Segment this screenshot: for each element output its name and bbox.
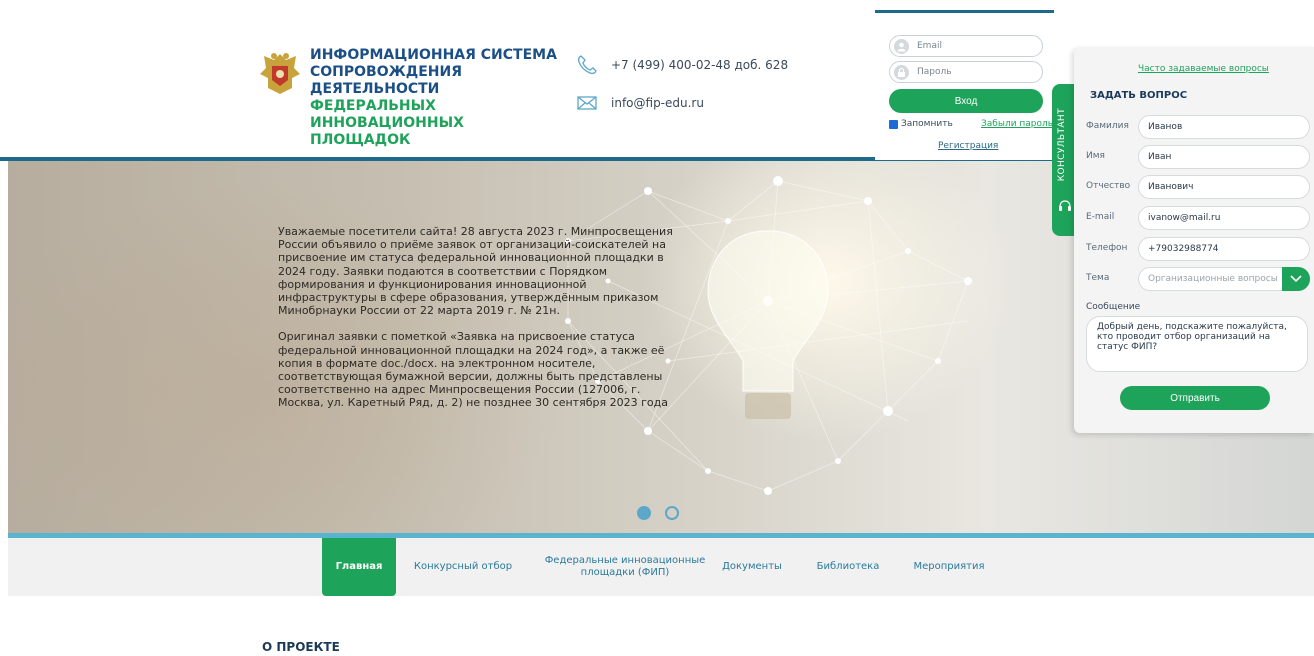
form-row-name: Имя Иван: [1086, 145, 1310, 169]
nav-item-documents[interactable]: Документы: [716, 538, 788, 596]
login-button[interactable]: Вход: [889, 89, 1043, 113]
site-title-line: СОПРОВОЖДЕНИЯ ДЕЯТЕЛЬНОСТИ: [310, 64, 463, 97]
ask-question-title: ЗАДАТЬ ВОПРОС: [1090, 90, 1188, 101]
ask-question-panel: Часто задаваемые вопросы ЗАДАТЬ ВОПРОС Ф…: [1074, 47, 1314, 433]
email-address: info@fip-edu.ru: [611, 96, 704, 110]
surname-input[interactable]: Иванов: [1138, 115, 1310, 139]
login-password-placeholder: Пароль: [917, 67, 952, 77]
surname-label: Фамилия: [1086, 121, 1129, 131]
site-title-line: ИНФОРМАЦИОННАЯ СИСТЕМА: [310, 47, 557, 63]
phone-number: +7 (499) 400-02-48 доб. 628: [611, 58, 789, 72]
slider-dot-1[interactable]: [637, 506, 651, 520]
chevron-down-icon: [1290, 275, 1302, 283]
consultant-tab[interactable]: КОНСУЛЬТАНТ: [1052, 84, 1076, 236]
contact-phone[interactable]: +7 (499) 400-02-48 доб. 628: [576, 54, 788, 76]
form-row-patronymic: Отчество Иванович: [1086, 175, 1310, 199]
contact-email[interactable]: info@fip-edu.ru: [576, 92, 704, 114]
nav-item-fip[interactable]: Федеральные инновационные площадки (ФИП): [534, 538, 716, 596]
register-link[interactable]: Регистрация: [938, 141, 998, 151]
section-title-about: О ПРОЕКТЕ: [262, 640, 340, 654]
form-row-topic: Тема Организационные вопросы: [1086, 267, 1310, 291]
name-input[interactable]: Иван: [1138, 145, 1310, 169]
nav-item-contest[interactable]: Конкурсный отбор: [408, 538, 518, 596]
message-textarea[interactable]: Добрый день, подскажите пожалуйста, кто …: [1086, 316, 1308, 372]
slider-pagination: [637, 506, 679, 520]
site-title[interactable]: ИНФОРМАЦИОННАЯ СИСТЕМА СОПРОВОЖДЕНИЯ ДЕЯ…: [310, 47, 570, 149]
remember-label: Запомнить: [901, 119, 953, 129]
email-label: E-mail: [1086, 212, 1115, 222]
form-row-email: E-mail ivanow@mail.ru: [1086, 206, 1310, 230]
phone-label: Телефон: [1086, 243, 1128, 253]
nav-item-events[interactable]: Мероприятия: [906, 538, 992, 596]
checkbox-checked-icon: [889, 119, 898, 129]
form-row-surname: Фамилия Иванов: [1086, 115, 1310, 139]
login-password-field[interactable]: Пароль: [889, 61, 1043, 83]
emblem-icon[interactable]: [258, 50, 302, 96]
site-title-line: ПЛОЩАДОК: [310, 132, 411, 148]
name-label: Имя: [1086, 151, 1105, 161]
consultant-tab-label: КОНСУЛЬТАНТ: [1057, 108, 1067, 182]
slider-dot-2[interactable]: [665, 506, 679, 520]
hero-announcement: Уважаемые посетители сайта! 28 августа 2…: [278, 225, 678, 410]
remember-checkbox[interactable]: Запомнить: [889, 119, 953, 129]
form-row-phone: Телефон +79032988774: [1086, 237, 1310, 261]
login-email-field[interactable]: Email: [889, 35, 1043, 57]
site-title-line: ФЕДЕРАЛЬНЫХ ИННОВАЦИОННЫХ: [310, 98, 464, 131]
phone-input[interactable]: +79032988774: [1138, 237, 1310, 261]
forgot-password-link[interactable]: Забыли пароль: [981, 119, 1053, 129]
consultant-icon: [1059, 200, 1071, 211]
faq-link[interactable]: Часто задаваемые вопросы: [1138, 64, 1269, 74]
patronymic-label: Отчество: [1086, 181, 1131, 191]
phone-icon: [577, 55, 597, 75]
patronymic-input[interactable]: Иванович: [1138, 175, 1310, 199]
main-nav: Главная Конкурсный отбор Федеральные инн…: [8, 538, 1314, 596]
mail-icon: [577, 96, 597, 110]
lock-icon: [894, 64, 909, 80]
nav-item-library[interactable]: Библиотека: [810, 538, 886, 596]
message-label: Сообщение: [1086, 302, 1141, 312]
login-email-placeholder: Email: [917, 41, 942, 51]
user-icon: [894, 38, 909, 54]
announcement-paragraph: Уважаемые посетители сайта! 28 августа 2…: [278, 225, 673, 318]
send-button[interactable]: Отправить: [1120, 386, 1270, 410]
nav-item-home[interactable]: Главная: [322, 538, 396, 596]
topic-label: Тема: [1086, 273, 1110, 283]
login-panel: Email Пароль Вход Запомнить Забыли парол…: [875, 10, 1054, 160]
email-input[interactable]: ivanow@mail.ru: [1138, 206, 1310, 230]
topic-dropdown-button[interactable]: [1282, 267, 1310, 291]
announcement-paragraph: Оригинал заявки с пометкой «Заявка на пр…: [278, 330, 668, 410]
